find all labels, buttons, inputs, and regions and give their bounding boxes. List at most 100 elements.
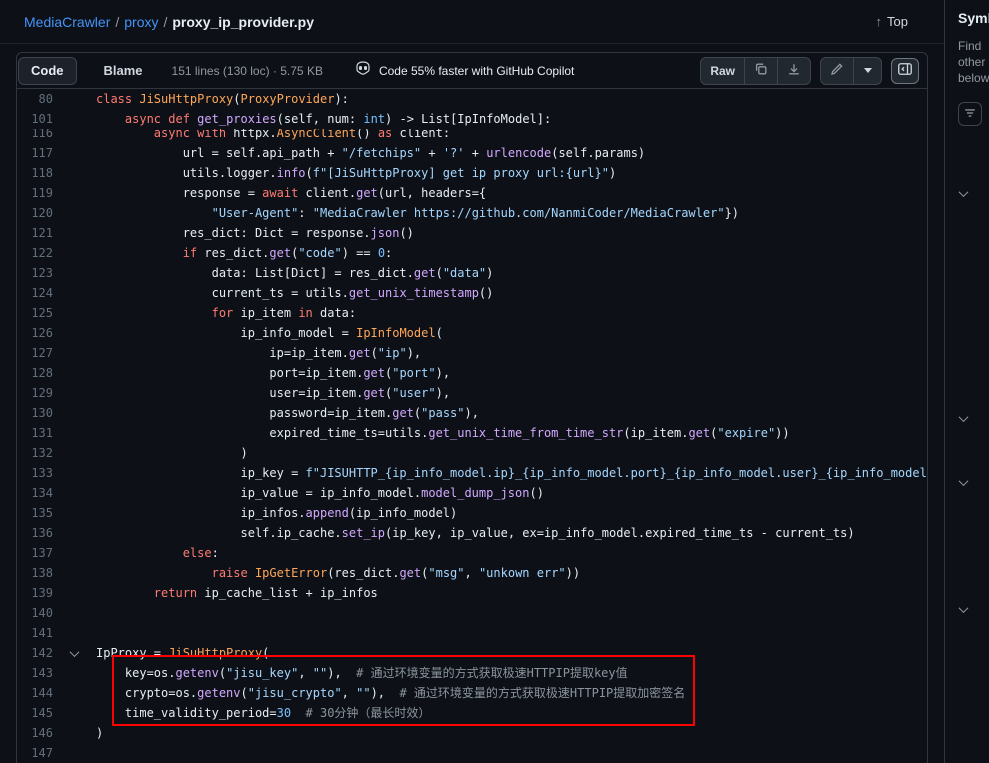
line-number[interactable]: 145 bbox=[17, 703, 53, 723]
fold-chevron-icon[interactable] bbox=[53, 643, 96, 663]
line-number[interactable]: 128 bbox=[17, 363, 53, 383]
line-number[interactable]: 133 bbox=[17, 463, 53, 483]
code-line-141: 141 bbox=[17, 623, 927, 643]
symbols-panel-toggle-button[interactable] bbox=[891, 58, 919, 84]
code-line-132: 132 ) bbox=[17, 443, 927, 463]
line-number[interactable]: 146 bbox=[17, 723, 53, 743]
tab-blame[interactable]: Blame bbox=[91, 57, 156, 85]
line-number[interactable]: 117 bbox=[17, 143, 53, 163]
line-number[interactable]: 134 bbox=[17, 483, 53, 503]
line-number[interactable]: 118 bbox=[17, 163, 53, 183]
code-text: key=os.getenv("jisu_key", ""), # 通过环境变量的… bbox=[96, 663, 628, 683]
line-number[interactable]: 136 bbox=[17, 523, 53, 543]
line-number[interactable]: 121 bbox=[17, 223, 53, 243]
line-number[interactable]: 147 bbox=[17, 743, 53, 763]
file-view-column: MediaCrawler / proxy / proxy_ip_provider… bbox=[0, 0, 944, 763]
line-number[interactable]: 142 bbox=[17, 643, 53, 663]
breadcrumb-repo-link[interactable]: MediaCrawler bbox=[24, 14, 110, 30]
chevron-down-icon[interactable] bbox=[960, 184, 967, 202]
line-number[interactable]: 123 bbox=[17, 263, 53, 283]
code-text: class JiSuHttpProxy(ProxyProvider): bbox=[96, 89, 349, 109]
main-content: Code Blame 151 lines (130 loc) · 5.75 KB… bbox=[0, 44, 944, 763]
chevron-down-icon[interactable] bbox=[960, 600, 967, 618]
raw-button[interactable]: Raw bbox=[700, 57, 745, 85]
code-lines: 116 async with httpx.AsyncClient() as cl… bbox=[17, 89, 927, 763]
file-box: Code Blame 151 lines (130 loc) · 5.75 KB… bbox=[16, 52, 928, 763]
line-number[interactable]: 135 bbox=[17, 503, 53, 523]
line-number[interactable]: 130 bbox=[17, 403, 53, 423]
line-number[interactable]: 139 bbox=[17, 583, 53, 603]
edit-button[interactable] bbox=[820, 57, 854, 85]
arrow-up-icon: ↑ bbox=[876, 14, 883, 29]
code-line-127: 127 ip=ip_item.get("ip"), bbox=[17, 343, 927, 363]
back-to-top-button[interactable]: ↑ Top bbox=[876, 14, 908, 29]
line-number[interactable]: 125 bbox=[17, 303, 53, 323]
code-line-129: 129 user=ip_item.get("user"), bbox=[17, 383, 927, 403]
download-icon bbox=[787, 62, 801, 79]
line-number[interactable]: 141 bbox=[17, 623, 53, 643]
code-text: ip=ip_item.get("ip"), bbox=[96, 343, 421, 363]
filter-icon bbox=[963, 106, 977, 123]
code-line-80: 80 class JiSuHttpProxy(ProxyProvider): bbox=[17, 89, 927, 109]
line-number[interactable]: 138 bbox=[17, 563, 53, 583]
filter-button[interactable] bbox=[958, 102, 982, 126]
fold-gutter bbox=[53, 523, 96, 543]
code-line-118: 118 utils.logger.info(f"[JiSuHttpProxy] … bbox=[17, 163, 927, 183]
fold-gutter bbox=[53, 203, 96, 223]
fold-gutter bbox=[53, 163, 96, 183]
line-number[interactable]: 120 bbox=[17, 203, 53, 223]
line-number[interactable]: 132 bbox=[17, 443, 53, 463]
copy-raw-button[interactable] bbox=[745, 57, 778, 85]
code-text: return ip_cache_list + ip_infos bbox=[96, 583, 378, 603]
breadcrumb-filename: proxy_ip_provider.py bbox=[172, 14, 314, 30]
line-number[interactable]: 137 bbox=[17, 543, 53, 563]
breadcrumb: MediaCrawler / proxy / proxy_ip_provider… bbox=[24, 14, 314, 30]
fold-gutter bbox=[53, 363, 96, 383]
copilot-icon bbox=[355, 60, 371, 81]
line-number[interactable]: 80 bbox=[17, 89, 53, 109]
code-line-139: 139 return ip_cache_list + ip_infos bbox=[17, 583, 927, 603]
fold-gutter bbox=[53, 463, 96, 483]
fold-gutter bbox=[53, 109, 96, 129]
code-line-133: 133 ip_key = f"JISUHTTP_{ip_info_model.i… bbox=[17, 463, 927, 483]
breadcrumb-separator: / bbox=[115, 14, 119, 30]
line-number[interactable]: 122 bbox=[17, 243, 53, 263]
fold-gutter bbox=[53, 443, 96, 463]
fold-gutter bbox=[53, 563, 96, 583]
line-number[interactable]: 126 bbox=[17, 323, 53, 343]
fold-gutter bbox=[53, 703, 96, 723]
line-number[interactable]: 119 bbox=[17, 183, 53, 203]
line-number[interactable]: 131 bbox=[17, 423, 53, 443]
code-line-144: 144 crypto=os.getenv("jisu_crypto", ""),… bbox=[17, 683, 927, 703]
code-text: ip_info_model = IpInfoModel( bbox=[96, 323, 443, 343]
code-line-119: 119 response = await client.get(url, hea… bbox=[17, 183, 927, 203]
chevron-down-icon[interactable] bbox=[960, 409, 967, 427]
download-button[interactable] bbox=[778, 57, 811, 85]
line-number[interactable]: 129 bbox=[17, 383, 53, 403]
breadcrumb-separator: / bbox=[163, 14, 167, 30]
line-number[interactable]: 143 bbox=[17, 663, 53, 683]
symbols-panel: Symbols Findotherbelow bbox=[944, 0, 989, 763]
fold-gutter bbox=[53, 723, 96, 743]
tab-code[interactable]: Code bbox=[18, 57, 77, 85]
code-text: self.ip_cache.set_ip(ip_key, ip_value, e… bbox=[96, 523, 855, 543]
code-line-126: 126 ip_info_model = IpInfoModel( bbox=[17, 323, 927, 343]
line-number[interactable]: 127 bbox=[17, 343, 53, 363]
code-line-142: 142IpProxy = JiSuHttpProxy( bbox=[17, 643, 927, 663]
code-line-134: 134 ip_value = ip_info_model.model_dump_… bbox=[17, 483, 927, 503]
code-text: user=ip_item.get("user"), bbox=[96, 383, 450, 403]
fold-gutter bbox=[53, 583, 96, 603]
chevron-down-icon[interactable] bbox=[960, 473, 967, 491]
file-header: MediaCrawler / proxy / proxy_ip_provider… bbox=[0, 0, 944, 44]
code-line-143: 143 key=os.getenv("jisu_key", ""), # 通过环… bbox=[17, 663, 927, 683]
line-number[interactable]: 144 bbox=[17, 683, 53, 703]
fold-gutter bbox=[53, 483, 96, 503]
line-number[interactable]: 101 bbox=[17, 109, 53, 129]
edit-dropdown-button[interactable] bbox=[854, 57, 882, 85]
code-text: utils.logger.info(f"[JiSuHttpProxy] get … bbox=[96, 163, 616, 183]
line-number[interactable]: 124 bbox=[17, 283, 53, 303]
fold-gutter bbox=[53, 303, 96, 323]
line-number[interactable]: 140 bbox=[17, 603, 53, 623]
fold-gutter bbox=[53, 503, 96, 523]
breadcrumb-folder-link[interactable]: proxy bbox=[124, 14, 158, 30]
